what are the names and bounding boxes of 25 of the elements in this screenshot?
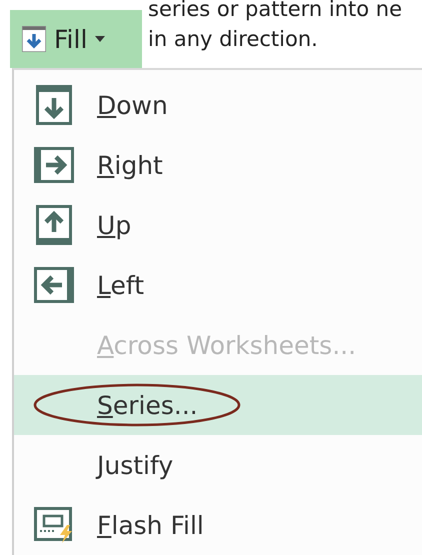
menu-item-label: Down [97, 90, 168, 120]
menu-item[interactable]: Down [14, 75, 422, 135]
arrow-down-icon [36, 85, 72, 125]
menu-item[interactable]: Justify [14, 435, 422, 495]
arrow-right-icon [34, 147, 74, 183]
menu-item-label: Justify [97, 450, 174, 480]
flash-fill-icon [34, 507, 74, 543]
menu-item[interactable]: Right [14, 135, 422, 195]
menu-item[interactable]: Up [14, 195, 422, 255]
menu-item-label: Up [97, 210, 132, 240]
menu-item[interactable]: Series... [14, 375, 422, 435]
arrow-left-icon [34, 267, 74, 303]
menu-item-label: Right [97, 150, 163, 180]
fill-down-icon [22, 26, 46, 52]
menu-item[interactable]: Left [14, 255, 422, 315]
description-text: series or pattern into ne [148, 0, 402, 23]
menu-item-label: Series... [97, 390, 198, 420]
menu-item-label: Flash Fill [97, 510, 204, 540]
fill-button[interactable]: Fill [10, 10, 142, 68]
menu-item-label: Left [97, 270, 144, 300]
description-text: in any direction. [148, 26, 319, 53]
arrow-up-icon [36, 205, 72, 245]
menu-item[interactable]: Flash Fill [14, 495, 422, 555]
menu-item-label: Across Worksheets... [97, 330, 356, 360]
caret-icon [95, 36, 106, 42]
